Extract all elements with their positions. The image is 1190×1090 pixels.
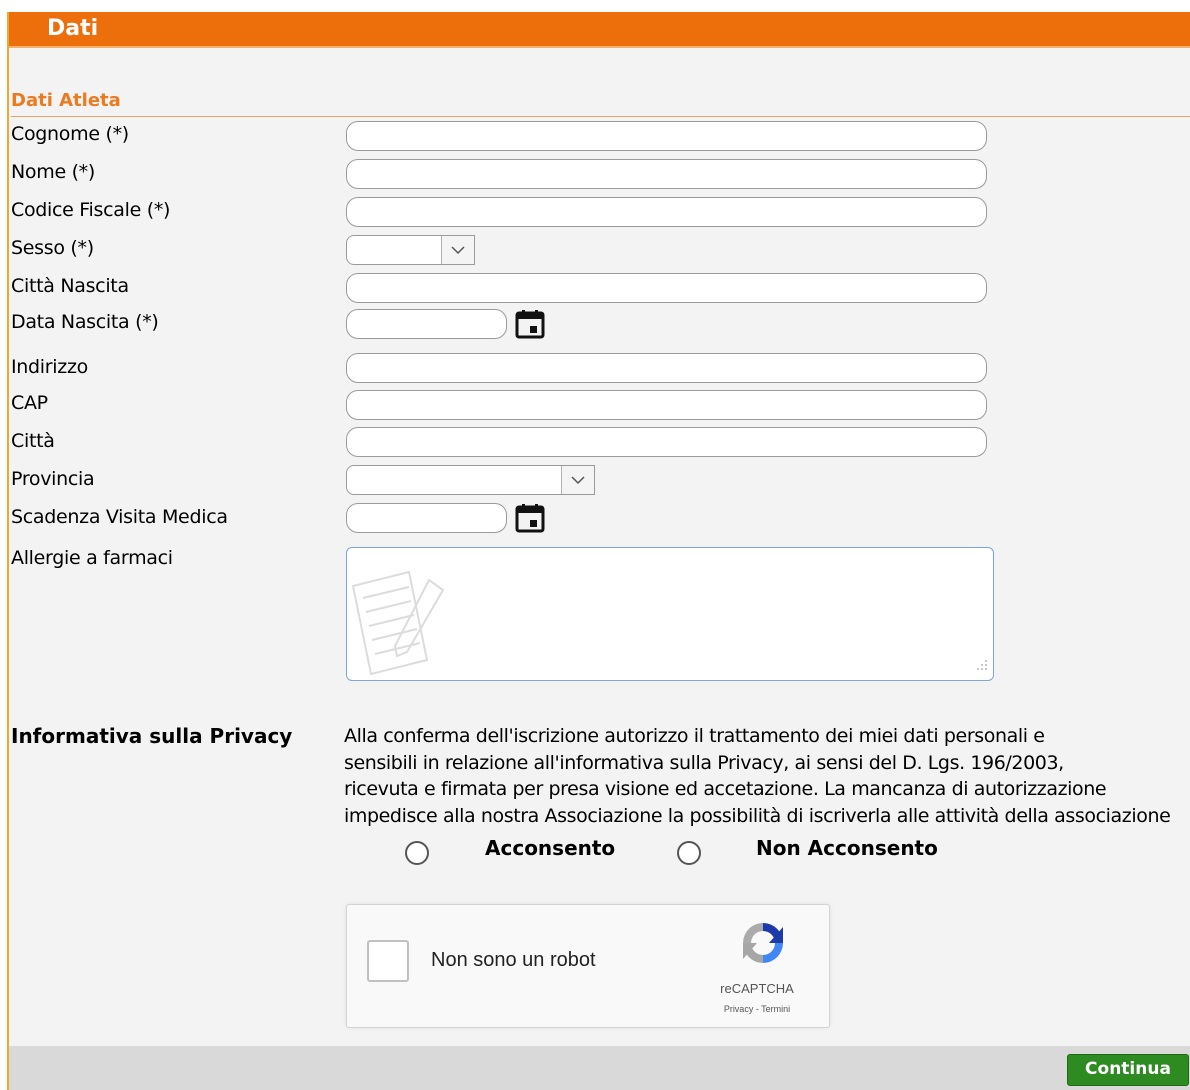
form-panel: Dati Dati Atleta Cognome (*) Nome (*) Co… (7, 12, 1190, 1090)
provincia-label: Provincia (11, 468, 95, 490)
indirizzo-input[interactable] (346, 353, 987, 383)
chevron-down-icon[interactable] (561, 466, 594, 494)
cap-input[interactable] (346, 390, 987, 420)
panel-title: Dati (47, 16, 99, 41)
allergie-textarea[interactable] (346, 547, 994, 681)
section-title: Dati Atleta (11, 88, 1190, 117)
allergie-label: Allergie a farmaci (11, 547, 173, 569)
scadenza-visita-input[interactable] (346, 503, 507, 533)
citta-input[interactable] (346, 427, 987, 457)
privacy-line: Alla conferma dell'iscrizione autorizzo … (344, 725, 1045, 747)
nome-input[interactable] (346, 159, 987, 189)
recaptcha-links[interactable]: Privacy - Termini (697, 1004, 817, 1014)
data-nascita-input[interactable] (346, 309, 507, 339)
accept-label[interactable]: Acconsento (485, 835, 615, 861)
privacy-line: ricevuta e firmata per presa visione ed … (344, 778, 1107, 800)
chevron-down-icon[interactable] (441, 236, 474, 264)
codice-fiscale-input[interactable] (346, 197, 987, 227)
sesso-label: Sesso (*) (11, 237, 94, 259)
decline-label[interactable]: Non Acconsento (756, 835, 938, 861)
privacy-line: impedisce alla nostra Associazione la po… (344, 804, 1171, 827)
privacy-line: sensibili in relazione all'informativa s… (344, 751, 1064, 774)
privacy-label: Informativa sulla Privacy (11, 724, 293, 748)
citta-nascita-label: Città Nascita (11, 275, 129, 297)
notepad-pencil-icon (349, 568, 449, 682)
citta-nascita-input[interactable] (346, 273, 987, 303)
recaptcha-brand: reCAPTCHA (720, 981, 794, 996)
resize-handle-icon[interactable] (975, 657, 989, 676)
provincia-select[interactable] (346, 465, 595, 495)
cognome-label: Cognome (*) (11, 123, 129, 145)
footer-bar: Continua (9, 1046, 1190, 1090)
nome-label: Nome (*) (11, 161, 95, 183)
scadenza-visita-label: Scadenza Visita Medica (11, 506, 228, 528)
calendar-icon[interactable] (514, 308, 546, 340)
accept-radio[interactable] (405, 841, 429, 865)
indirizzo-label: Indirizzo (11, 356, 88, 378)
decline-radio[interactable] (677, 841, 701, 865)
data-nascita-label: Data Nascita (*) (11, 311, 159, 333)
recaptcha-widget: Non sono un robot reCAPTCHA Privacy - Te… (346, 904, 830, 1028)
recaptcha-logo-icon (738, 919, 788, 975)
codice-fiscale-label: Codice Fiscale (*) (11, 199, 171, 221)
recaptcha-label[interactable]: Non sono un robot (431, 949, 596, 972)
calendar-icon[interactable] (514, 502, 546, 534)
continue-button[interactable]: Continua (1067, 1054, 1189, 1086)
cap-label: CAP (11, 392, 48, 414)
sesso-select[interactable] (346, 235, 475, 265)
privacy-text: Alla conferma dell'iscrizione autorizzo … (344, 723, 1190, 829)
recaptcha-checkbox[interactable] (367, 940, 409, 982)
panel-header: Dati (9, 12, 1190, 48)
citta-label: Città (11, 430, 55, 452)
cognome-input[interactable] (346, 121, 987, 151)
